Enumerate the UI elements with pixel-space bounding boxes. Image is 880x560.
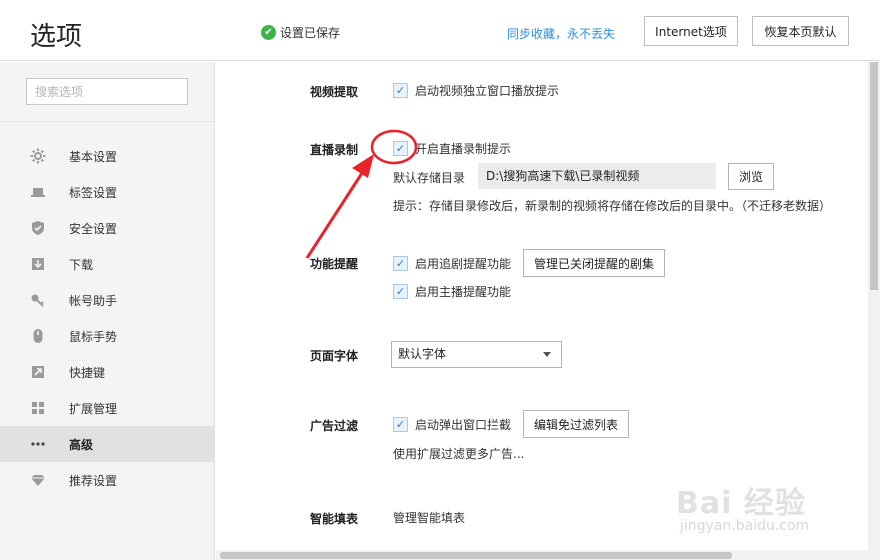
more-ad-filter-link[interactable]: 使用扩展过滤更多广告... (393, 445, 524, 462)
sidebar-item-label: 标签设置 (69, 185, 118, 200)
drama-reminder-checkbox[interactable]: ✓ (393, 256, 408, 271)
storage-dir-label: 默认存储目录 (393, 171, 466, 185)
sidebar-item-shortcuts[interactable]: 快捷键 (0, 354, 214, 390)
font-select[interactable]: 默认字体 (391, 341, 562, 368)
chevron-down-icon (543, 352, 551, 357)
gear-icon (30, 148, 46, 164)
page-title: 选项 (30, 22, 83, 52)
section-reminder-label: 功能提醒 (310, 257, 359, 271)
sidebar-item-label: 推荐设置 (69, 473, 118, 488)
streamer-reminder-option-label: 启用主播提醒功能 (415, 285, 512, 299)
shortcut-icon (30, 364, 46, 380)
streamer-reminder-option[interactable]: ✓ 启用主播提醒功能 (393, 283, 511, 300)
sidebar-item-label: 基本设置 (69, 149, 118, 164)
horizontal-scrollbar[interactable] (216, 550, 868, 560)
edit-whitelist-button[interactable]: 编辑免过滤列表 (523, 410, 630, 438)
sidebar-item-label: 帐号助手 (69, 293, 118, 308)
vertical-scrollbar[interactable] (868, 62, 880, 560)
grid-icon (30, 400, 46, 416)
sidebar-item-label: 快捷键 (69, 365, 106, 380)
check-circle-icon: ✔ (261, 25, 276, 40)
font-select-value: 默认字体 (398, 347, 447, 361)
sidebar-item-basic[interactable]: 基本设置 (0, 138, 214, 174)
section-autofill-label: 智能填表 (310, 512, 359, 526)
header: 选项 ✔ 设置已保存 同步收藏，永不丢失 Internet选项 恢复本页默认 (0, 0, 880, 61)
settings-content: 视频提取 ✓ 启动视频独立窗口播放提示 直播录制 ✓ 开启直播录制提示 默认存储… (216, 62, 868, 550)
section-ad-filter-label: 广告过滤 (310, 419, 359, 433)
sidebar-nav: 基本设置 标签设置 安全设置 下载 帐号助手 鼠标手势 快捷键 扩展管理 高级 … (0, 138, 214, 498)
storage-path-field[interactable]: D:\搜狗高速下载\已录制视频 (478, 163, 716, 189)
sync-favorites-link[interactable]: 同步收藏，永不丢失 (507, 25, 615, 42)
vertical-scrollbar-thumb[interactable] (870, 62, 878, 290)
sidebar-item-advanced[interactable]: 高级 (0, 426, 214, 462)
dots-icon (30, 436, 46, 452)
sidebar-item-mouse-gesture[interactable]: 鼠标手势 (0, 318, 214, 354)
streamer-reminder-checkbox[interactable]: ✓ (393, 284, 408, 299)
video-extract-option[interactable]: ✓ 启动视频独立窗口播放提示 (393, 82, 559, 99)
sidebar-item-tabs[interactable]: 标签设置 (0, 174, 214, 210)
section-video-extract-label: 视频提取 (310, 85, 359, 99)
shield-icon (30, 220, 46, 236)
sidebar-item-label: 高级 (69, 437, 94, 452)
search-area (0, 62, 214, 122)
download-icon (30, 256, 46, 272)
sidebar-item-label: 下载 (69, 257, 94, 272)
live-record-checkbox[interactable]: ✓ (393, 141, 408, 156)
popup-block-option[interactable]: ✓ 启动弹出窗口拦截 (393, 416, 511, 433)
internet-options-button[interactable]: Internet选项 (644, 16, 738, 46)
sidebar-item-label: 扩展管理 (69, 401, 118, 416)
manage-closed-reminders-button[interactable]: 管理已关闭提醒的剧集 (523, 249, 666, 277)
manage-autofill-link[interactable]: 管理智能填表 (393, 509, 465, 526)
live-record-option[interactable]: ✓ 开启直播录制提示 (393, 140, 511, 157)
video-extract-option-label: 启动视频独立窗口播放提示 (415, 84, 560, 98)
drama-reminder-option-label: 启用追剧提醒功能 (415, 257, 512, 271)
storage-hint: 提示：存储目录修改后，新录制的视频将存储在修改后的目录中。（不迁移老数据） (393, 199, 832, 213)
saved-status-text: 设置已保存 (280, 26, 341, 40)
section-live-record-label: 直播录制 (310, 143, 359, 157)
sidebar-item-label: 鼠标手势 (69, 329, 118, 344)
key-icon (30, 292, 46, 308)
browse-button[interactable]: 浏览 (728, 163, 775, 190)
live-record-option-label: 开启直播录制提示 (415, 142, 512, 156)
popup-block-option-label: 启动弹出窗口拦截 (415, 418, 512, 432)
search-input[interactable] (26, 78, 188, 105)
mouse-icon (30, 328, 46, 344)
sidebar-item-extensions[interactable]: 扩展管理 (0, 390, 214, 426)
popup-block-checkbox[interactable]: ✓ (393, 417, 408, 432)
section-font-label: 页面字体 (310, 349, 359, 363)
sidebar-item-security[interactable]: 安全设置 (0, 210, 214, 246)
sidebar-item-account[interactable]: 帐号助手 (0, 282, 214, 318)
sidebar: 基本设置 标签设置 安全设置 下载 帐号助手 (0, 62, 215, 560)
sidebar-item-label: 安全设置 (69, 221, 118, 236)
video-extract-checkbox[interactable]: ✓ (393, 83, 408, 98)
saved-status: ✔ 设置已保存 (261, 24, 340, 41)
drama-reminder-option[interactable]: ✓ 启用追剧提醒功能 (393, 255, 511, 272)
diamond-icon (30, 472, 46, 488)
sidebar-item-recommended[interactable]: 推荐设置 (0, 462, 214, 498)
sidebar-item-download[interactable]: 下载 (0, 246, 214, 282)
horizontal-scrollbar-thumb[interactable] (220, 552, 732, 559)
laptop-icon (30, 184, 46, 200)
restore-defaults-button[interactable]: 恢复本页默认 (752, 16, 849, 46)
